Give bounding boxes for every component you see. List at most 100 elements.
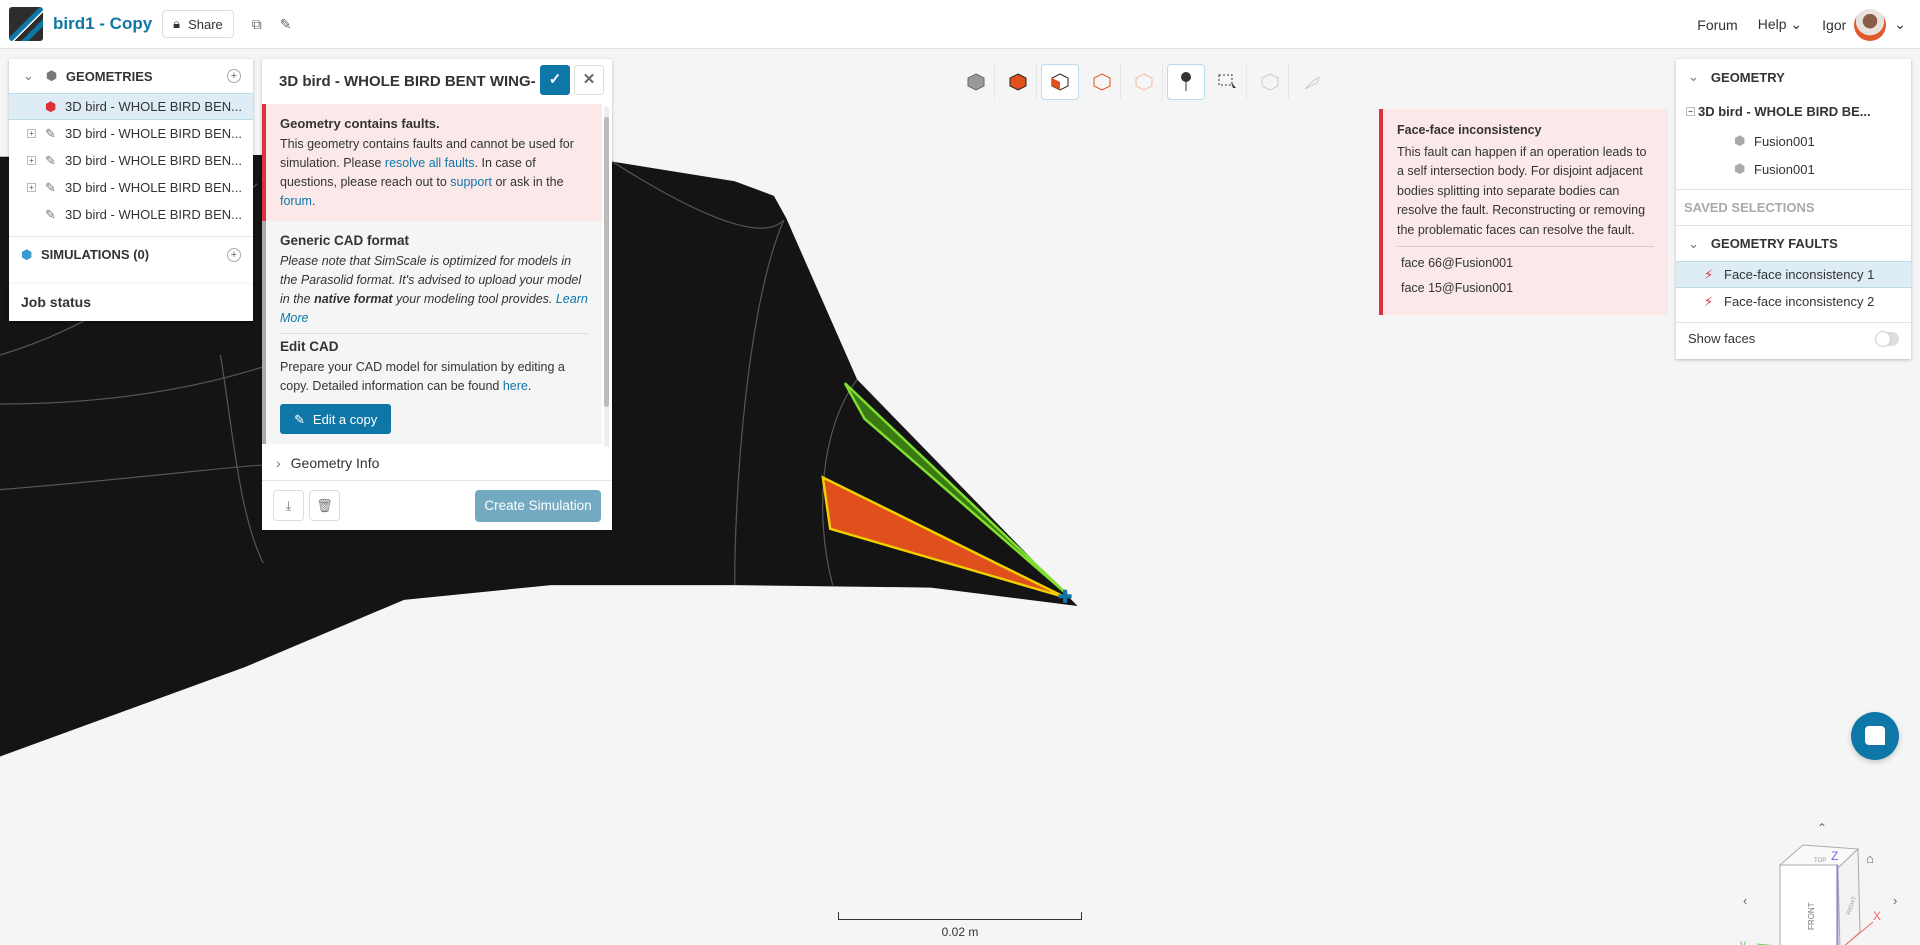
collapse-icon[interactable]: − <box>1686 106 1695 116</box>
avatar <box>1854 8 1887 41</box>
show-faces-toggle[interactable] <box>1875 331 1899 347</box>
body-item[interactable]: ⬢ Fusion001 <box>1676 155 1911 183</box>
download-button[interactable]: ⤓ <box>273 490 304 521</box>
select-edge-button[interactable] <box>1083 64 1121 100</box>
chat-icon <box>1865 726 1885 745</box>
forum-link[interactable]: forum <box>280 194 312 208</box>
simulations-icon: ⬢ <box>21 246 33 262</box>
resolve-faults-link[interactable]: resolve all faults <box>385 156 475 170</box>
clip-icon <box>1304 75 1320 90</box>
simulations-section[interactable]: ⬢ SIMULATIONS (0) + <box>9 236 253 272</box>
add-simulation-button[interactable]: + <box>227 247 241 262</box>
duplicate-icon[interactable]: ⧉ <box>252 16 262 33</box>
geometry-info-section[interactable]: › Geometry Info <box>262 448 602 480</box>
help-menu[interactable]: Help ⌄ <box>1758 16 1802 33</box>
divider <box>1397 246 1654 247</box>
expand-icon[interactable]: + <box>27 156 36 165</box>
forum-link[interactable]: Forum <box>1697 17 1737 33</box>
support-link[interactable]: support <box>450 175 492 189</box>
fault-description: This fault can happen if an operation le… <box>1397 144 1647 237</box>
geometry-item[interactable]: + ✎ 3D bird - WHOLE BIRD BEN... <box>9 120 253 147</box>
alert-title: Geometry contains faults. <box>280 116 440 131</box>
mesh-view-button[interactable] <box>1251 64 1289 100</box>
pencil-icon[interactable]: ✎ <box>280 16 292 33</box>
point-tool-button[interactable] <box>1167 64 1205 100</box>
geometries-label: GEOMETRIES <box>65 68 153 84</box>
geometry-item[interactable]: ⬢ 3D bird - WHOLE BIRD BEN... <box>9 93 253 120</box>
body-item[interactable]: ⬢ Fusion001 <box>1676 127 1911 155</box>
pin-icon <box>1181 72 1191 91</box>
scrollbar[interactable] <box>604 107 609 447</box>
scrollbar-thumb[interactable] <box>604 117 609 407</box>
chevron-down-icon: ⌄ <box>1688 235 1699 251</box>
share-label: Share <box>188 16 223 32</box>
job-status-panel[interactable]: Job status <box>9 284 253 321</box>
box-select-button[interactable] <box>1209 64 1247 100</box>
here-link[interactable]: here <box>503 379 528 393</box>
show-faces-row: Show faces <box>1676 322 1911 354</box>
geometry-item[interactable]: + ✎ 3D bird - WHOLE BIRD BEN... <box>9 147 253 174</box>
fault-face[interactable]: face 15@Fusion001 <box>1397 276 1654 301</box>
geometry-item-label: 3D bird - WHOLE BIRD BEN... <box>65 207 242 222</box>
close-button[interactable]: ✕ <box>574 65 604 95</box>
rotate-up-icon[interactable]: ⌃ <box>1817 821 1827 835</box>
share-button[interactable]: 🔒︎ Share <box>162 10 234 38</box>
user-menu[interactable]: Igor ⌄ <box>1822 8 1906 41</box>
geometry-info-label: Geometry Info <box>290 455 380 471</box>
geometry-item-label: 3D bird - WHOLE BIRD BEN... <box>65 126 242 141</box>
chevron-down-icon: ⌄ <box>23 68 34 83</box>
fault-item[interactable]: ⚡︎ Face-face inconsistency 2 <box>1676 288 1911 315</box>
fault-item[interactable]: ⚡︎ Face-face inconsistency 1 <box>1676 261 1911 288</box>
simulations-label: SIMULATIONS (0) <box>41 247 150 262</box>
geometry-node[interactable]: −3D bird - WHOLE BIRD BE... <box>1676 95 1911 127</box>
saved-selections-section[interactable]: SAVED SELECTIONS <box>1676 189 1911 225</box>
cad-title: Generic CAD format <box>280 233 410 248</box>
cube-top-label: TOP <box>1814 858 1826 864</box>
edit-geometry-icon: ✎ <box>45 206 56 222</box>
create-simulation-button[interactable]: Create Simulation <box>475 490 601 522</box>
help-label: Help <box>1757 16 1787 32</box>
delete-button[interactable]: 🗑︎ <box>309 490 340 521</box>
edit-copy-label: Edit a copy <box>312 411 378 427</box>
navigation-cube[interactable]: ⌃ ⌂ ‹ › ⌄ ↺ ↻ FRONT RIGHT TOP Z y X <box>1730 760 1920 945</box>
edit-copy-button[interactable]: ✎ Edit a copy <box>280 404 392 434</box>
fault-item-label: Face-face inconsistency 1 <box>1724 267 1875 282</box>
select-vertex-button[interactable] <box>1125 64 1163 100</box>
body-label: Fusion001 <box>1754 161 1815 177</box>
geometries-section[interactable]: ⌄ ⬢ GEOMETRIES + <box>9 59 253 93</box>
geometry-section[interactable]: ⌄ GEOMETRY <box>1676 59 1911 95</box>
geometries-icon: ⬢ <box>45 68 58 83</box>
wireframe-icon <box>1261 73 1278 91</box>
chevron-right-icon: › <box>276 455 281 471</box>
geometry-item[interactable]: + ✎ 3D bird - WHOLE BIRD BEN... <box>9 174 253 201</box>
box-select-icon <box>1218 74 1236 88</box>
geometry-faults-section[interactable]: ⌄ GEOMETRY FAULTS <box>1676 225 1911 261</box>
chat-button[interactable] <box>1851 712 1899 760</box>
rotate-right-icon[interactable]: › <box>1893 893 1897 908</box>
rotate-left-icon[interactable]: ‹ <box>1743 893 1747 908</box>
add-geometry-button[interactable]: + <box>227 69 241 83</box>
view-mode-button[interactable] <box>957 64 995 100</box>
geometry-faults-label: GEOMETRY FAULTS <box>1710 236 1838 251</box>
saved-selections-label: SAVED SELECTIONS <box>1684 200 1815 215</box>
fault-face[interactable]: face 66@Fusion001 <box>1397 251 1654 276</box>
simscale-logo[interactable] <box>9 7 43 41</box>
solid-cube-icon <box>1009 73 1026 91</box>
home-icon[interactable]: ⌂ <box>1866 851 1874 866</box>
viewer-toolbar <box>955 64 1333 100</box>
project-title[interactable]: bird1 - Copy <box>53 14 152 34</box>
chevron-down-icon: ⌄ <box>1688 69 1699 84</box>
body-cube-icon: ⬢ <box>1734 133 1746 148</box>
clip-button[interactable] <box>1293 64 1331 100</box>
cad-info: Generic CAD format Please note that SimS… <box>262 221 602 444</box>
expand-icon[interactable]: + <box>27 129 36 138</box>
geometry-item[interactable]: ✎ 3D bird - WHOLE BIRD BEN... <box>9 201 253 228</box>
select-volume-button[interactable] <box>999 64 1037 100</box>
geometry-item-label: 3D bird - WHOLE BIRD BEN... <box>65 180 242 195</box>
geometry-item-label: 3D bird - WHOLE BIRD BEN... <box>65 99 242 114</box>
fault-icon: ⚡︎ <box>1704 293 1714 309</box>
expand-icon[interactable]: + <box>27 183 36 192</box>
vertex-cube-icon <box>1135 73 1152 91</box>
select-face-button[interactable] <box>1041 64 1079 100</box>
confirm-button[interactable]: ✓ <box>540 65 570 95</box>
